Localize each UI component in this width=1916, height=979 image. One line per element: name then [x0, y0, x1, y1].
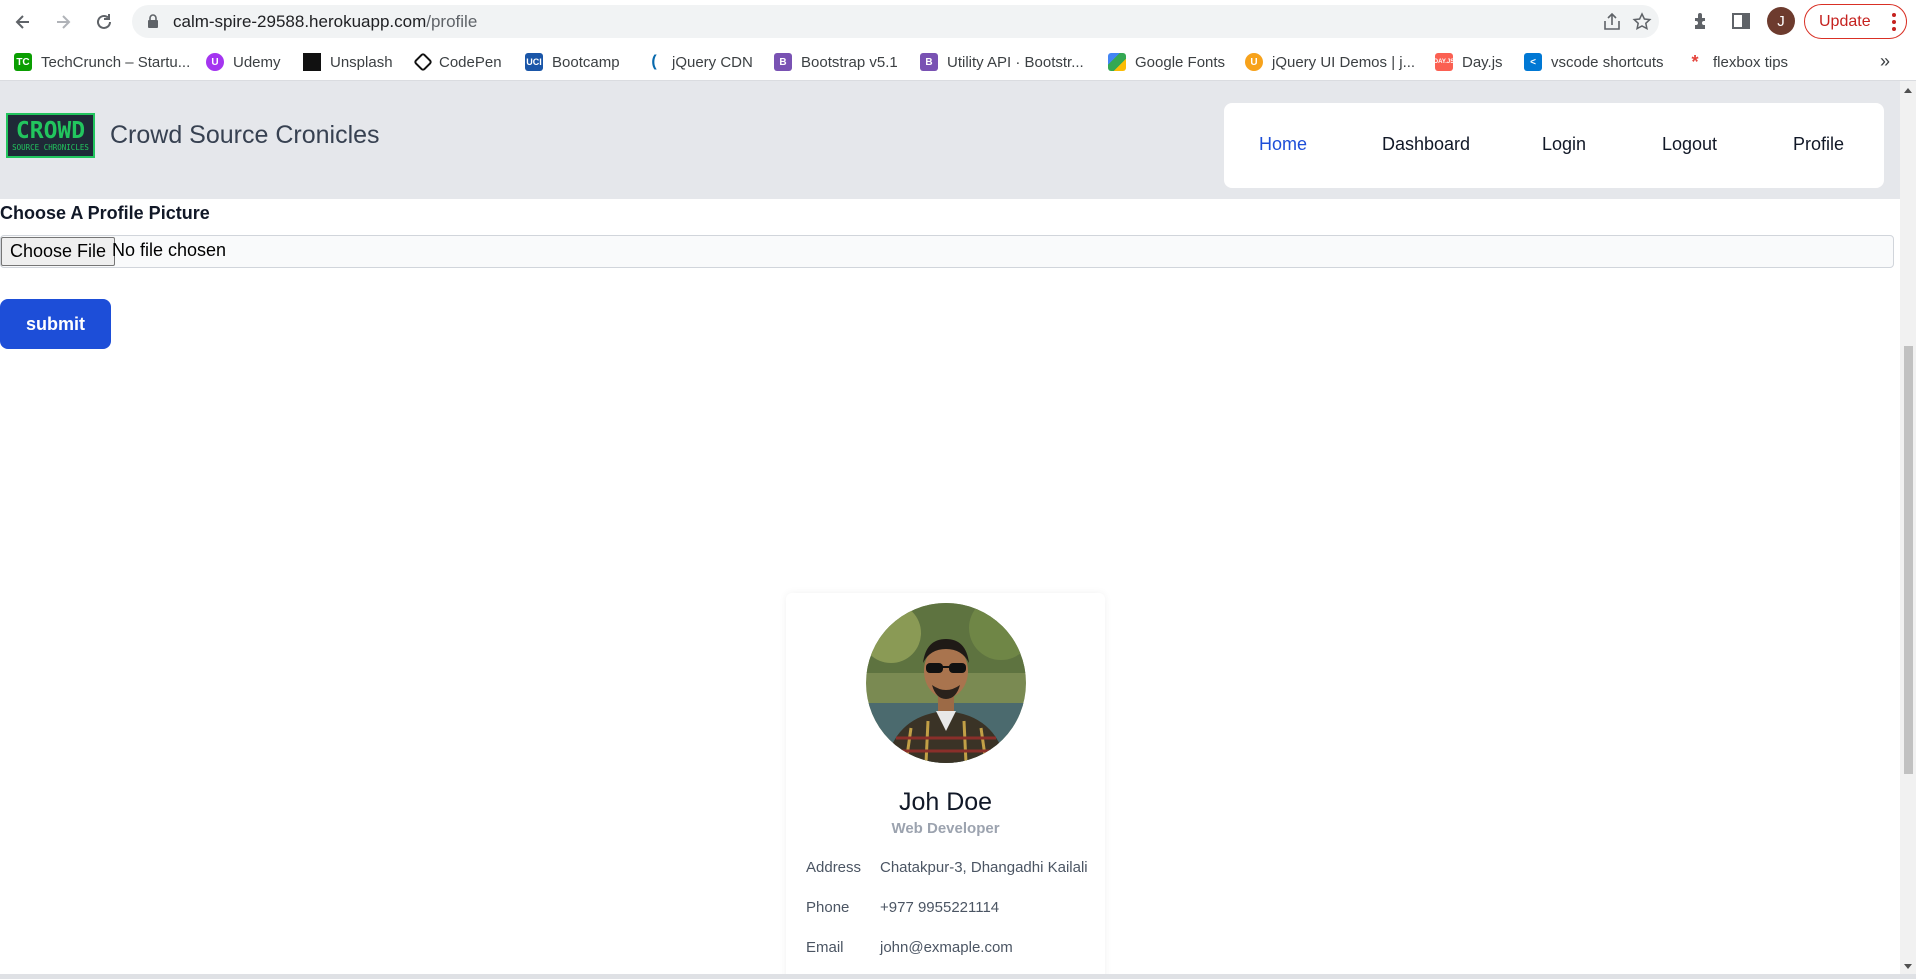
bookmark-label: Utility API · Bootstr... [947, 53, 1084, 71]
email-value: john@exmaple.com [880, 939, 1013, 956]
phone-value: +977 9955221114 [880, 899, 1000, 916]
bookmark-vscode[interactable]: < vscode shortcuts [1524, 51, 1664, 73]
nav-logout[interactable]: Logout [1662, 134, 1717, 155]
bookmark-label: vscode shortcuts [1551, 53, 1664, 71]
address-bar[interactable]: calm-spire-29588.herokuapp.com/profile [132, 5, 1659, 38]
bookmark-label: flexbox tips [1713, 53, 1789, 71]
bookmark-label: TechCrunch – Startu... [41, 53, 191, 71]
url-text: calm-spire-29588.herokuapp.com/profile [173, 12, 477, 32]
profile-card: Joh Doe Web Developer Address Chatakpur-… [786, 593, 1105, 974]
udemy-icon: U [206, 53, 224, 71]
profile-role: Web Developer [891, 820, 1000, 837]
side-panel-icon[interactable] [1730, 10, 1752, 32]
bookmark-label: Bootcamp [552, 53, 620, 71]
choose-file-button[interactable]: Choose File [1, 237, 116, 266]
page-viewport: CROWD SOURCE CHRONICLES Crowd Source Cro… [0, 81, 1900, 974]
bookmark-techcrunch[interactable]: TC TechCrunch – Startu... [14, 51, 190, 73]
main-nav: Home Dashboard Login Logout Profile [1224, 103, 1884, 188]
unsplash-icon [303, 53, 321, 71]
logo-subtext: SOURCE CHRONICLES [12, 143, 89, 152]
address-key: Address [806, 859, 862, 876]
bookmark-label: jQuery CDN [672, 53, 753, 71]
bookmark-codepen[interactable]: CodePen [413, 51, 502, 73]
bookmark-jquery-ui[interactable]: UjQuery UI Demos | j... [1245, 51, 1415, 73]
bookmarks-overflow-icon[interactable]: » [1880, 51, 1890, 72]
update-label: Update [1819, 12, 1871, 30]
bootcamp-icon: UCI [525, 53, 543, 71]
extensions-icon[interactable] [1690, 10, 1712, 32]
logo-text: CROWD [15, 118, 86, 144]
nav-profile[interactable]: Profile [1793, 134, 1844, 155]
profile-avatar[interactable]: J [1767, 7, 1795, 35]
address-value: Chatakpur-3, Dhangadhi Kailali [880, 859, 1088, 876]
dayjs-icon: DAY.JS [1434, 53, 1454, 71]
window-bottom-edge [0, 974, 1916, 979]
techcrunch-icon: TC [14, 53, 32, 71]
email-key: Email [806, 939, 844, 956]
jquery-icon: ( [645, 53, 663, 71]
bookmark-bootstrap[interactable]: B Bootstrap v5.1 [774, 51, 898, 73]
forward-button[interactable] [47, 6, 79, 38]
scroll-down-icon[interactable] [1904, 964, 1912, 969]
phone-key: Phone [806, 899, 850, 916]
reload-button[interactable] [88, 6, 120, 38]
flexbox-icon: * [1686, 52, 1704, 72]
nav-login[interactable]: Login [1542, 134, 1586, 155]
nav-dashboard[interactable]: Dashboard [1382, 134, 1470, 155]
page-scrollbar[interactable] [1900, 81, 1916, 974]
bookmark-dayjs[interactable]: DAY.JS Day.js [1434, 51, 1503, 73]
jquery-ui-icon: U [1245, 53, 1263, 71]
bootstrap-icon: B [920, 53, 938, 71]
bookmark-google-fonts[interactable]: Google Fonts [1108, 51, 1225, 73]
nav-home[interactable]: Home [1259, 134, 1307, 155]
bookmark-label: jQuery UI Demos | j... [1272, 53, 1416, 71]
codepen-icon [413, 52, 433, 72]
bookmark-bootcamp[interactable]: UCI Bootcamp [525, 51, 620, 73]
bookmarks-bar: TC TechCrunch – Startu... U Udemy Unsplash… [0, 43, 1916, 81]
bookmark-label: Google Fonts [1135, 53, 1226, 71]
bookmark-label: Day.js [1462, 53, 1503, 71]
site-brand[interactable]: Crowd Source Cronicles [110, 121, 380, 150]
profile-name: Joh Doe [898, 788, 993, 816]
bookmark-jquery-cdn[interactable]: ( jQuery CDN [645, 51, 753, 73]
lock-icon [148, 14, 158, 28]
bookmark-label: Udemy [233, 53, 281, 71]
bookmark-unsplash[interactable]: Unsplash [303, 51, 393, 73]
profile-picture-file-input[interactable]: Choose File No file chosen [0, 235, 1894, 268]
url-path: /profile [426, 12, 478, 31]
reload-icon [97, 14, 111, 29]
kebab-menu-icon [1892, 13, 1896, 31]
bookmark-label: Bootstrap v5.1 [801, 53, 898, 71]
arrow-right-icon [57, 15, 71, 29]
bookmark-udemy[interactable]: U Udemy [206, 51, 281, 73]
share-icon[interactable] [1602, 12, 1622, 32]
profile-photo [866, 603, 1026, 763]
back-button[interactable] [7, 6, 39, 38]
browser-toolbar: calm-spire-29588.herokuapp.com/profile J… [0, 0, 1916, 43]
scrollbar-thumb[interactable] [1904, 346, 1913, 774]
bookmark-flexbox[interactable]: * flexbox tips [1686, 51, 1788, 73]
bookmark-label: Unsplash [330, 53, 393, 71]
scroll-up-icon[interactable] [1904, 88, 1912, 93]
star-icon[interactable] [1632, 12, 1652, 32]
google-fonts-icon [1108, 53, 1126, 71]
vscode-icon: < [1524, 53, 1542, 71]
url-host: calm-spire-29588.herokuapp.com [173, 12, 427, 31]
bootstrap-icon: B [774, 53, 792, 71]
bookmark-label: CodePen [439, 53, 502, 71]
arrow-left-icon [15, 15, 29, 29]
submit-button[interactable]: submit [0, 299, 111, 349]
site-header: CROWD SOURCE CHRONICLES Crowd Source Cro… [0, 81, 1900, 199]
file-status-text: No file chosen [112, 240, 227, 260]
bookmark-utility-api[interactable]: B Utility API · Bootstr... [920, 51, 1084, 73]
profile-picture-label: Choose A Profile Picture [0, 203, 210, 223]
update-button[interactable]: Update [1804, 4, 1907, 39]
site-logo[interactable]: CROWD SOURCE CHRONICLES [6, 113, 95, 158]
